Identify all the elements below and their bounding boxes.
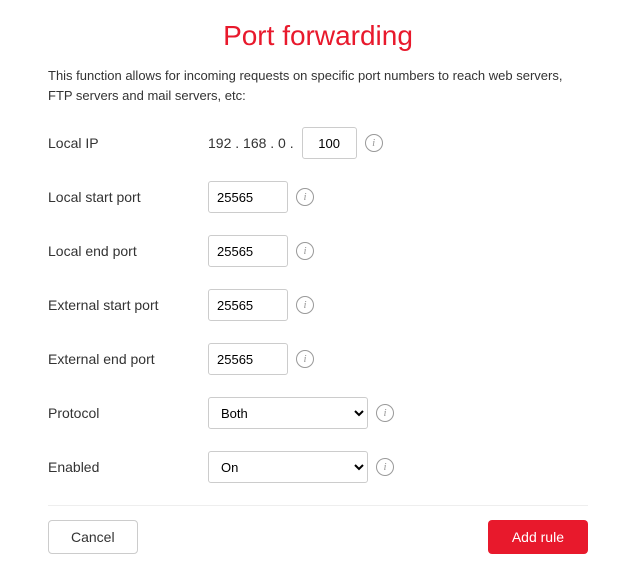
local-ip-controls: 192 . 168 . 0 . i bbox=[208, 127, 383, 159]
external-end-port-label: External end port bbox=[48, 351, 208, 367]
enabled-controls: On Off i bbox=[208, 451, 394, 483]
local-start-port-info-icon[interactable]: i bbox=[296, 188, 314, 206]
enabled-row: Enabled On Off i bbox=[48, 449, 588, 485]
external-start-port-label: External start port bbox=[48, 297, 208, 313]
local-ip-label: Local IP bbox=[48, 135, 208, 151]
external-end-port-controls: i bbox=[208, 343, 314, 375]
protocol-controls: Both TCP UDP i bbox=[208, 397, 394, 429]
local-start-port-row: Local start port i bbox=[48, 179, 588, 215]
local-end-port-controls: i bbox=[208, 235, 314, 267]
protocol-label: Protocol bbox=[48, 405, 208, 421]
external-start-port-input[interactable] bbox=[208, 289, 288, 321]
protocol-info-icon[interactable]: i bbox=[376, 404, 394, 422]
local-end-port-label: Local end port bbox=[48, 243, 208, 259]
external-end-port-info-icon[interactable]: i bbox=[296, 350, 314, 368]
local-start-port-controls: i bbox=[208, 181, 314, 213]
page-description: This function allows for incoming reques… bbox=[48, 66, 588, 105]
page-container: Port forwarding This function allows for… bbox=[18, 0, 618, 584]
enabled-select[interactable]: On Off bbox=[208, 451, 368, 483]
protocol-row: Protocol Both TCP UDP i bbox=[48, 395, 588, 431]
ip-prefix: 192 . 168 . 0 . bbox=[208, 135, 294, 151]
local-end-port-input[interactable] bbox=[208, 235, 288, 267]
local-end-port-row: Local end port i bbox=[48, 233, 588, 269]
external-start-port-controls: i bbox=[208, 289, 314, 321]
external-end-port-input[interactable] bbox=[208, 343, 288, 375]
external-end-port-row: External end port i bbox=[48, 341, 588, 377]
page-title: Port forwarding bbox=[48, 20, 588, 52]
enabled-info-icon[interactable]: i bbox=[376, 458, 394, 476]
cancel-button[interactable]: Cancel bbox=[48, 520, 138, 554]
local-start-port-input[interactable] bbox=[208, 181, 288, 213]
local-ip-info-icon[interactable]: i bbox=[365, 134, 383, 152]
local-start-port-label: Local start port bbox=[48, 189, 208, 205]
enabled-label: Enabled bbox=[48, 459, 208, 475]
external-start-port-row: External start port i bbox=[48, 287, 588, 323]
protocol-select[interactable]: Both TCP UDP bbox=[208, 397, 368, 429]
local-ip-last-input[interactable] bbox=[302, 127, 357, 159]
external-start-port-info-icon[interactable]: i bbox=[296, 296, 314, 314]
footer-buttons: Cancel Add rule bbox=[48, 505, 588, 554]
local-end-port-info-icon[interactable]: i bbox=[296, 242, 314, 260]
local-ip-row: Local IP 192 . 168 . 0 . i bbox=[48, 125, 588, 161]
add-rule-button[interactable]: Add rule bbox=[488, 520, 588, 554]
